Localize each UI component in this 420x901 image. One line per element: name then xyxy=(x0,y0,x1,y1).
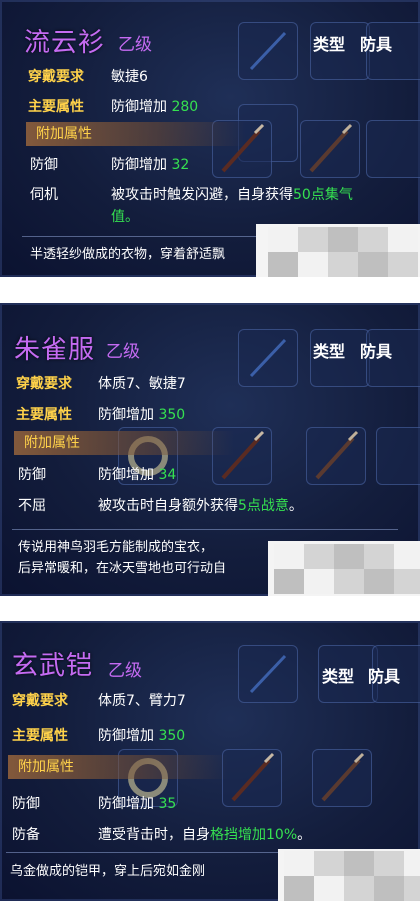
attr-label: 不屈 xyxy=(18,498,46,514)
privacy-mosaic xyxy=(284,851,420,901)
requirement-value: 体质7、敏捷7 xyxy=(98,376,186,392)
requirement-value: 敏捷6 xyxy=(111,69,148,85)
requirement-value: 体质7、臂力7 xyxy=(98,693,186,709)
attr-text: 被攻击时自身额外获得5点战意。 xyxy=(98,498,303,514)
item-grade: 乙级 xyxy=(108,661,142,681)
item-tooltip-zhuquefu: 朱雀服 乙级 类型 防具 穿戴要求 体质7、敏捷7 主要属性 防御增加 350 … xyxy=(0,303,420,596)
requirement-label: 穿戴要求 xyxy=(16,376,72,392)
attr-text: 防御增加 35 xyxy=(98,796,177,812)
type-value: 防具 xyxy=(368,667,401,686)
type-value: 防具 xyxy=(360,342,393,361)
attr-label: 防备 xyxy=(12,827,40,843)
inventory-slot[interactable] xyxy=(238,22,298,80)
attr-label: 防御 xyxy=(12,796,40,812)
item-name: 朱雀服 xyxy=(14,335,96,365)
main-attr-text: 防御增加 350 xyxy=(98,728,186,744)
extra-attr-header: 附加属性 xyxy=(26,122,246,146)
extra-attr-header: 附加属性 xyxy=(14,431,234,455)
type-label: 类型 xyxy=(313,35,346,54)
inventory-slot[interactable] xyxy=(376,427,420,485)
item-description: 乌金做成的铠甲，穿上后宛如金刚 xyxy=(10,864,206,879)
inventory-slot[interactable] xyxy=(238,329,298,387)
item-grade: 乙级 xyxy=(106,342,140,362)
item-tooltip-liuyunshan: 流云衫 乙级 类型 防具 穿戴要求 敏捷6 主要属性 防御增加 280 附加属性… xyxy=(0,0,420,277)
item-name: 流云衫 xyxy=(24,28,106,58)
inventory-slot[interactable] xyxy=(300,120,360,178)
attr-label: 防御 xyxy=(18,467,46,483)
item-description: 传说用神鸟羽毛方能制成的宝衣， xyxy=(18,540,214,555)
main-attr-text: 防御增加 280 xyxy=(111,99,199,115)
attr-label: 伺机 xyxy=(30,187,58,203)
attr-text: 被攻击时触发闪避，自身获得50点集气 xyxy=(111,187,353,203)
inventory-slot[interactable] xyxy=(238,645,298,703)
inventory-slot[interactable] xyxy=(366,120,420,178)
inventory-slot[interactable] xyxy=(306,427,366,485)
main-attr-value: 350 xyxy=(158,728,186,744)
type-label: 类型 xyxy=(313,342,346,361)
type-label: 类型 xyxy=(322,667,355,686)
attr-text: 防御增加 32 xyxy=(111,157,190,173)
divider xyxy=(12,529,398,530)
main-attr-value: 280 xyxy=(171,99,199,115)
privacy-mosaic xyxy=(274,544,420,594)
requirement-label: 穿戴要求 xyxy=(12,693,68,709)
inventory-slot[interactable] xyxy=(222,749,282,807)
privacy-mosaic xyxy=(268,227,418,277)
item-tooltip-xuanwukai: 玄武铠 乙级 类型 防具 穿戴要求 体质7、臂力7 主要属性 防御增加 350 … xyxy=(0,621,420,901)
requirement-label: 穿戴要求 xyxy=(28,69,84,85)
attr-text: 遭受背击时，自身格挡增加10%。 xyxy=(98,827,312,843)
main-attr-label: 主要属性 xyxy=(16,407,72,423)
item-description: 半透轻纱做成的衣物，穿着舒适飘 xyxy=(30,247,226,262)
item-grade: 乙级 xyxy=(118,35,152,55)
item-description-line2: 后异常暖和，在冰天雪地也可行动自 xyxy=(18,561,227,576)
extra-attr-header: 附加属性 xyxy=(8,755,228,779)
main-attr-text: 防御增加 350 xyxy=(98,407,186,423)
inventory-slot[interactable] xyxy=(312,749,372,807)
attr-text: 防御增加 34 xyxy=(98,467,177,483)
main-attr-value: 350 xyxy=(158,407,186,423)
main-attr-label: 主要属性 xyxy=(28,99,84,115)
item-name: 玄武铠 xyxy=(12,651,94,681)
attr-label: 防御 xyxy=(30,157,58,173)
attr-text-continued: 值。 xyxy=(111,209,139,225)
main-attr-label: 主要属性 xyxy=(12,728,68,744)
type-value: 防具 xyxy=(360,35,393,54)
